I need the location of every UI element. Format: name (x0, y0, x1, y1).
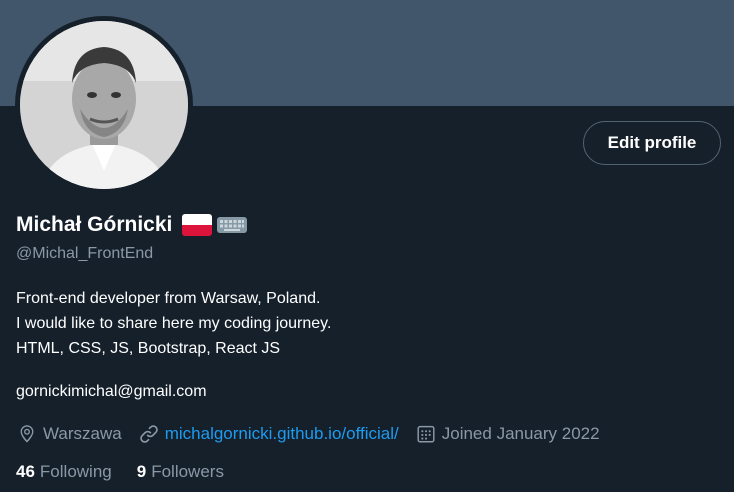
joined-text: Joined January 2022 (441, 424, 600, 443)
location-pin-icon (20, 425, 34, 443)
location-text: Warszawa (43, 424, 122, 443)
link-icon (139, 425, 158, 443)
poland-flag-icon (182, 214, 213, 236)
bio-line: Front-end developer from Warsaw, Poland. (16, 290, 321, 307)
follow-counts: 46 Following 9 Followers (16, 462, 249, 482)
calendar-icon (417, 425, 435, 443)
joined-item: Joined January 2022 (415, 423, 600, 445)
following-count: 46 (16, 462, 35, 481)
website-item[interactable]: michalgornicki.github.io/official/ (138, 423, 399, 445)
followers-link[interactable]: 9 Followers (137, 462, 224, 482)
location-item: Warszawa (16, 423, 122, 445)
website-link[interactable]: michalgornicki.github.io/official/ (165, 424, 399, 444)
keyboard-icon (216, 214, 248, 236)
followers-label: Followers (151, 462, 224, 481)
bio-line: I would like to share here my coding jou… (16, 315, 332, 332)
bio-email: gornickimichal@gmail.com (16, 383, 207, 400)
edit-profile-button[interactable]: Edit profile (583, 121, 721, 165)
profile-meta: Warszawa michalgornicki.github.io/offici… (16, 423, 616, 445)
avatar-container[interactable] (15, 16, 193, 194)
profile-name-row: Michał Górnicki (16, 213, 248, 237)
profile-bio: Front-end developer from Warsaw, Poland.… (16, 286, 331, 361)
avatar[interactable] (20, 21, 188, 189)
bio-line: HTML, CSS, JS, Bootstrap, React JS (16, 340, 281, 357)
following-label: Following (39, 462, 112, 481)
user-handle: @Michal_FrontEnd (16, 245, 154, 262)
followers-count: 9 (136, 462, 147, 481)
following-link[interactable]: 46 Following (16, 462, 112, 482)
display-name: Michał Górnicki (16, 213, 173, 236)
